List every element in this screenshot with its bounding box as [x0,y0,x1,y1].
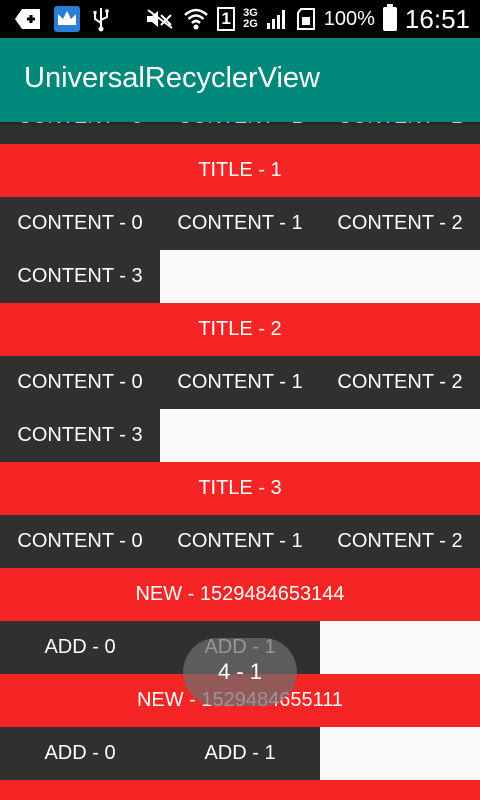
crown-icon [54,6,80,32]
sim-icon: 1 [217,7,236,31]
content-row: CONTENT - 0 CONTENT - 1 CONTENT - 2 [0,356,480,409]
content-row: CONTENT - 0 CONTENT - 1 CONTENT - 2 [0,515,480,568]
status-bar: 1 3G 2G 100% 16:51 [0,0,480,38]
content-item[interactable]: CONTENT - 2 [320,515,480,568]
wifi-icon [183,7,209,31]
new-label: NEW - 1529484653144 [135,583,345,605]
toast-text: 4 - 1 [217,659,263,684]
battery-icon [382,4,397,31]
app-toolbar: UniversalRecyclerView [0,38,480,122]
add-item[interactable]: ADD - 0 [0,621,160,674]
content-item[interactable]: CONTENT - 0 [0,197,160,250]
content-row: CONTENT - 3 [0,250,480,303]
add-item[interactable]: ADD - 0 [0,727,160,780]
content-item[interactable]: CONTENT - 0 [0,356,160,409]
content-item[interactable]: CONTENT - 1 [160,356,320,409]
sd-card-icon [296,8,316,30]
content-row: CONTENT - 3 [0,409,480,462]
usb-icon [92,6,110,32]
toast-message: 4 - 1 [183,638,297,706]
content-item[interactable]: CONTENT - 2 [320,356,480,409]
content-item[interactable]: CONTENT - 1 [160,515,320,568]
title-row-partial[interactable] [0,780,480,800]
signal-icon [266,8,288,30]
title-label: TITLE - 1 [198,159,282,181]
clock: 16:51 [404,3,470,34]
battery-percent: 100% [323,7,375,30]
content-item[interactable]: CONTENT - 3 [0,250,160,303]
title-label: TITLE - 2 [198,318,282,340]
content-item[interactable]: CONTENT - 0 [0,515,160,568]
content-item[interactable]: CONTENT - 2 [320,197,480,250]
title-row[interactable]: TITLE - 3 [0,462,480,515]
content-item[interactable]: CONTENT - 1 [160,197,320,250]
title-row[interactable]: TITLE - 2 [0,303,480,356]
add-item[interactable]: ADD - 1 [160,727,320,780]
mute-icon [145,8,175,30]
content-item[interactable]: CONTENT - 3 [0,409,160,462]
new-row[interactable]: NEW - 1529484653144 [0,568,480,621]
content-row: CONTENT - 0 CONTENT - 1 CONTENT - 2 [0,197,480,250]
page-title: UniversalRecyclerView [24,62,321,94]
title-label: TITLE - 3 [198,477,282,499]
title-row[interactable]: TITLE - 1 [0,144,480,197]
network-type: 3G 2G [243,7,258,30]
add-row: ADD - 0 ADD - 1 [0,727,480,780]
add-tab-icon [14,8,42,30]
